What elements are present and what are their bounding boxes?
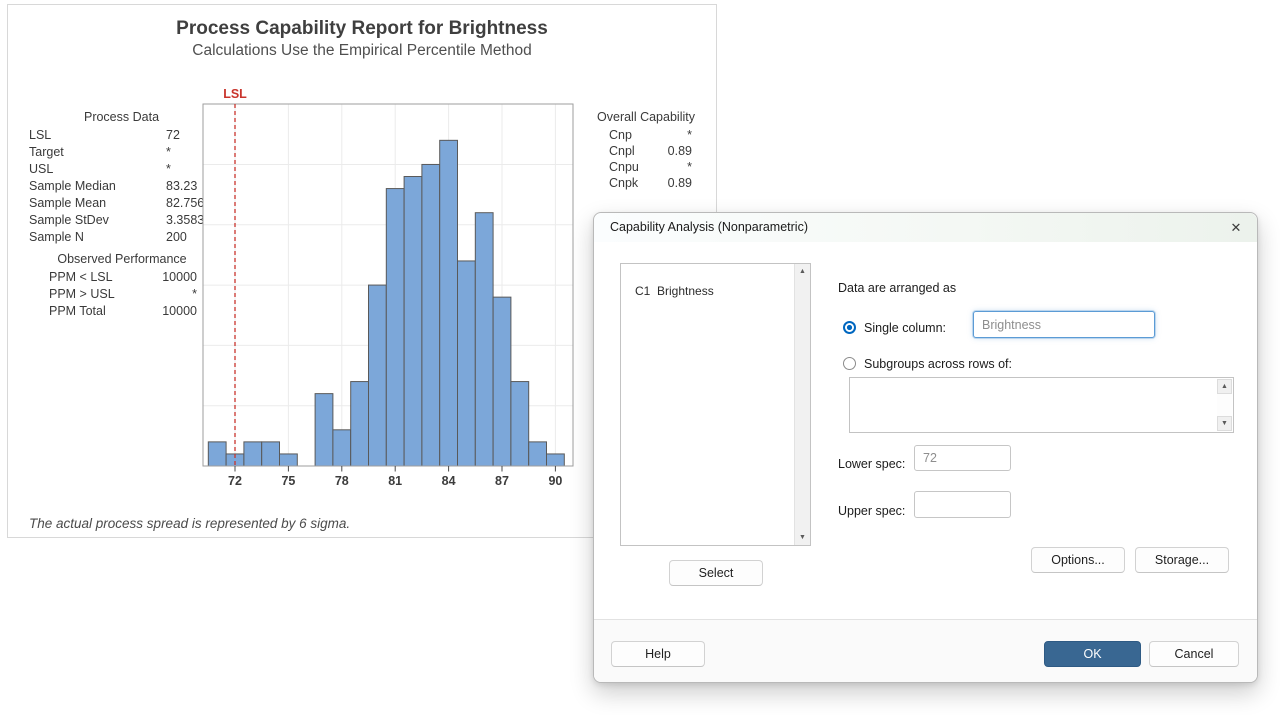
stat-value: 0.89 <box>668 175 692 191</box>
report-footnote: The actual process spread is represented… <box>29 516 350 531</box>
stat-label: PPM Total <box>49 303 162 320</box>
stat-label: Cnpu <box>609 159 687 175</box>
observed-performance-table: PPM < LSL10000PPM > USL*PPM Total10000 <box>49 269 197 320</box>
stat-row: Sample Median83.23 <box>29 178 214 195</box>
single-column-radio[interactable] <box>843 321 856 334</box>
stat-row: Cnpu* <box>609 159 692 175</box>
scroll-down-icon[interactable]: ▼ <box>1217 416 1232 431</box>
stat-row: Target* <box>29 144 214 161</box>
subgroups-label[interactable]: Subgroups across rows of: <box>864 357 1012 371</box>
overall-capability-heading: Overall Capability <box>594 110 698 124</box>
overall-capability-table: Cnp*Cnpl0.89Cnpu*Cnpk0.89 <box>609 127 692 191</box>
stat-row: PPM < LSL10000 <box>49 269 197 286</box>
svg-text:87: 87 <box>495 474 509 488</box>
upper-spec-label: Upper spec: <box>838 504 905 518</box>
stat-row: Cnpl0.89 <box>609 143 692 159</box>
stat-value: 10000 <box>162 303 197 320</box>
dialog-title: Capability Analysis (Nonparametric) <box>610 220 808 234</box>
textarea-scrollbar[interactable]: ▲ ▼ <box>1217 379 1232 431</box>
scroll-up-icon[interactable]: ▲ <box>1217 379 1232 394</box>
svg-text:90: 90 <box>548 474 562 488</box>
report-title: Process Capability Report for Brightness <box>8 18 716 40</box>
stat-label: Cnpl <box>609 143 668 159</box>
column-listbox[interactable]: C1Brightness ▲ ▼ <box>620 263 811 546</box>
column-name: Brightness <box>657 284 714 298</box>
lower-spec-label: Lower spec: <box>838 457 905 471</box>
close-icon[interactable]: ✕ <box>1225 217 1247 239</box>
stat-value: * <box>687 127 692 143</box>
listbox-scrollbar[interactable]: ▲ ▼ <box>794 264 810 545</box>
svg-text:81: 81 <box>388 474 402 488</box>
stat-label: Sample StDev <box>29 212 166 229</box>
process-data-table: LSL72Target*USL*Sample Median83.23Sample… <box>29 127 214 246</box>
stat-row: USL* <box>29 161 214 178</box>
select-button[interactable]: Select <box>669 560 763 586</box>
stat-row: Sample N200 <box>29 229 214 246</box>
stat-value: 0.89 <box>668 143 692 159</box>
stat-row: PPM Total10000 <box>49 303 197 320</box>
stat-value: * <box>687 159 692 175</box>
help-button[interactable]: Help <box>611 641 705 667</box>
subgroups-textarea[interactable]: ▲ ▼ <box>849 377 1234 433</box>
scroll-down-icon[interactable]: ▼ <box>795 530 810 545</box>
dialog-titlebar: Capability Analysis (Nonparametric) ✕ <box>594 213 1257 242</box>
capability-histogram: 72 75 78 81 84 87 90 LSL <box>196 85 581 500</box>
stat-value: 10000 <box>162 269 197 286</box>
single-column-input[interactable] <box>973 311 1155 338</box>
svg-text:72: 72 <box>228 474 242 488</box>
cancel-button[interactable]: Cancel <box>1149 641 1239 667</box>
storage-button[interactable]: Storage... <box>1135 547 1229 573</box>
stat-row: LSL72 <box>29 127 214 144</box>
screen: Process Capability Report for Brightness… <box>0 0 1280 715</box>
stat-label: USL <box>29 161 166 178</box>
column-id: C1 <box>635 284 657 298</box>
svg-text:LSL: LSL <box>223 87 247 101</box>
subgroups-radio[interactable] <box>843 357 856 370</box>
svg-text:84: 84 <box>442 474 456 488</box>
data-arranged-label: Data are arranged as <box>838 281 956 295</box>
stat-row: Cnp* <box>609 127 692 143</box>
report-subtitle: Calculations Use the Empirical Percentil… <box>8 42 716 60</box>
scroll-up-icon[interactable]: ▲ <box>795 264 810 279</box>
list-item-column[interactable]: C1Brightness <box>635 284 714 298</box>
svg-text:78: 78 <box>335 474 349 488</box>
stat-label: Sample N <box>29 229 166 246</box>
stat-row: Sample StDev3.35835 <box>29 212 214 229</box>
stat-label: Cnp <box>609 127 687 143</box>
stat-row: PPM > USL* <box>49 286 197 303</box>
single-column-label[interactable]: Single column: <box>864 321 946 335</box>
stat-row: Cnpk0.89 <box>609 175 692 191</box>
stat-label: Cnpk <box>609 175 668 191</box>
options-button[interactable]: Options... <box>1031 547 1125 573</box>
stat-label: PPM < LSL <box>49 269 162 286</box>
capability-analysis-dialog: Capability Analysis (Nonparametric) ✕ C1… <box>593 212 1258 683</box>
process-data-heading: Process Data <box>29 110 214 124</box>
observed-performance-heading: Observed Performance <box>33 252 211 266</box>
stat-row: Sample Mean82.7567 <box>29 195 214 212</box>
stat-label: LSL <box>29 127 166 144</box>
upper-spec-input[interactable] <box>914 491 1011 518</box>
ok-button[interactable]: OK <box>1044 641 1141 667</box>
stat-label: PPM > USL <box>49 286 192 303</box>
lower-spec-input[interactable] <box>914 445 1011 471</box>
stat-label: Sample Median <box>29 178 166 195</box>
stat-label: Sample Mean <box>29 195 166 212</box>
svg-text:75: 75 <box>281 474 295 488</box>
stat-label: Target <box>29 144 166 161</box>
